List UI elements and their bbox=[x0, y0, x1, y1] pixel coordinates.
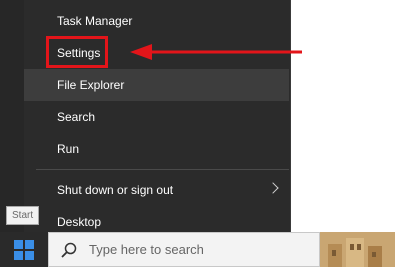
menu-item-label: Desktop bbox=[57, 215, 102, 229]
menu-item-search[interactable]: Search bbox=[24, 101, 289, 133]
menu-item-label: File Explorer bbox=[57, 78, 125, 92]
menu-item-label: Settings bbox=[57, 46, 101, 60]
menu-item-file-explorer[interactable]: File Explorer bbox=[24, 69, 289, 101]
windows-logo-icon bbox=[14, 240, 34, 260]
menu-item-label: Shut down or sign out bbox=[57, 183, 174, 197]
menu-item-task-manager[interactable]: Task Manager bbox=[24, 5, 289, 37]
start-tooltip: Start bbox=[6, 206, 40, 225]
start-button[interactable] bbox=[0, 232, 48, 267]
search-highlight-illustration[interactable] bbox=[320, 232, 395, 267]
menu-item-label: Search bbox=[57, 110, 96, 124]
quick-link-menu: Task Manager Settings File Explorer Sear… bbox=[24, 0, 291, 246]
desktop-background bbox=[290, 0, 395, 232]
menu-item-label: Task Manager bbox=[57, 14, 133, 28]
menu-item-run[interactable]: Run bbox=[24, 133, 289, 165]
taskbar-search-box[interactable]: Type here to search bbox=[48, 232, 320, 267]
taskbar: Type here to search bbox=[0, 232, 395, 267]
chevron-right-icon bbox=[267, 182, 279, 194]
menu-item-label: Run bbox=[57, 142, 80, 156]
menu-separator bbox=[36, 169, 289, 170]
menu-item-settings[interactable]: Settings bbox=[24, 37, 289, 69]
search-icon bbox=[61, 242, 77, 258]
menu-item-shut-down[interactable]: Shut down or sign out bbox=[24, 174, 289, 206]
search-placeholder: Type here to search bbox=[89, 242, 204, 257]
